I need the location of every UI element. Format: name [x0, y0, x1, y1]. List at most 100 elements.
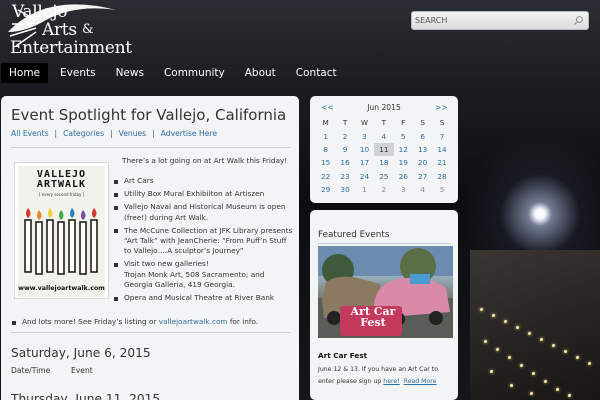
calendar-day[interactable]: 5: [432, 183, 451, 196]
calendar-day[interactable]: 14: [432, 143, 451, 156]
calendar-day[interactable]: 26: [394, 170, 413, 183]
calendar-day[interactable]: 4: [413, 183, 432, 196]
calendar-day-number: 30: [340, 185, 350, 195]
sign-up-link[interactable]: here!: [383, 378, 399, 385]
calendar-day[interactable]: 2: [374, 183, 393, 196]
city-light: [588, 362, 591, 365]
calendar-day[interactable]: 29: [316, 183, 335, 196]
city-light: [540, 338, 543, 341]
weekday-label: T: [381, 118, 387, 128]
list-item: Visit two new galleries! Trojan Monk Art…: [114, 259, 294, 290]
calendar-day-number: 27: [417, 171, 428, 181]
search-icon[interactable]: [573, 15, 584, 26]
calendar-day[interactable]: 2: [335, 129, 354, 142]
search-box: [411, 11, 589, 30]
city-light: [480, 308, 483, 311]
calendar-day-number: 20: [417, 158, 428, 168]
calendar-day-number: 9: [342, 144, 348, 154]
calendar-day[interactable]: 21: [432, 156, 451, 169]
weekday-label: M: [322, 118, 329, 128]
calendar-day[interactable]: 8: [316, 143, 335, 156]
column-header-datetime: Date/Time: [11, 366, 51, 375]
calendar-day[interactable]: 19: [394, 156, 413, 169]
nav-item-events[interactable]: Events: [52, 63, 104, 83]
calendar-day[interactable]: 24: [355, 170, 374, 183]
city-light: [568, 394, 571, 397]
paint-flame: [59, 210, 64, 220]
more-info-tail: for info.: [227, 317, 259, 326]
artwalk-site-link[interactable]: vallejoartwalk.com: [159, 317, 228, 326]
calendar-day-number: 3: [362, 131, 367, 141]
featured-event-description: June 12 & 13. If you have an Art Car to …: [318, 364, 453, 388]
paintbrush: [57, 221, 65, 275]
calendar-day[interactable]: 5: [394, 129, 413, 142]
paint-flame: [70, 208, 75, 218]
calendar-day[interactable]: 18: [374, 156, 393, 169]
city-light: [552, 344, 555, 347]
link-all-events[interactable]: All Events: [11, 129, 49, 138]
calendar-day[interactable]: 16: [335, 156, 354, 169]
calendar-day[interactable]: 12: [394, 143, 413, 156]
city-light: [510, 384, 513, 387]
calendar-day[interactable]: 28: [432, 170, 451, 183]
calendar-day[interactable]: 22: [316, 170, 335, 183]
calendar-day[interactable]: 11: [374, 142, 394, 157]
weekday-label: S: [420, 118, 425, 128]
image-caption-line2: Fest: [360, 316, 386, 329]
calendar-week: 22 23 24 25 26 27 28: [316, 170, 452, 183]
logo-word-entertainment: Entertainment: [10, 38, 132, 58]
calendar-day[interactable]: 4: [374, 129, 393, 142]
calendar-day-number: 4: [420, 185, 425, 195]
calendar-day[interactable]: 1: [355, 183, 374, 196]
artwalk-poster-image[interactable]: VALLEJO ARTWALK [ every second friday ] …: [14, 162, 109, 299]
nav-item-community[interactable]: Community: [156, 63, 233, 83]
nav-item-news[interactable]: News: [108, 63, 152, 83]
nav-item-home[interactable]: Home: [1, 63, 49, 83]
paintbrush: [68, 219, 76, 273]
poster-title-line2: ARTWALK: [36, 179, 87, 190]
featured-event-title[interactable]: Art Car Fest: [318, 351, 367, 360]
city-light: [492, 314, 495, 317]
calendar-day-number: 15: [321, 158, 331, 168]
paintbrush: [46, 219, 54, 273]
calendar-day[interactable]: 23: [335, 170, 354, 183]
calendar-day-number: 21: [437, 158, 447, 168]
column-header-event: Event: [71, 366, 93, 375]
calendar-day[interactable]: 17: [355, 156, 374, 169]
calendar-day[interactable]: 15: [316, 156, 335, 169]
paintbrush: [24, 219, 32, 273]
page-title: Event Spotlight for Vallejo, California: [11, 106, 287, 124]
calendar-day[interactable]: 6: [413, 129, 432, 142]
calendar-day-number: 2: [342, 131, 348, 141]
read-more-link[interactable]: Read More: [404, 378, 437, 385]
nav-item-about[interactable]: About: [237, 63, 284, 83]
calendar-week: 8 9 10 11 12 13 14: [316, 142, 452, 157]
search-input[interactable]: [415, 13, 565, 28]
calendar-day[interactable]: 9: [335, 143, 354, 156]
main-nav: Home Events News Community About Contact: [0, 63, 600, 83]
calendar-day[interactable]: 25: [374, 170, 393, 183]
calendar-day[interactable]: 27: [413, 170, 432, 183]
poster-canvas: VALLEJO ARTWALK [ every second friday ] …: [18, 166, 105, 297]
calendar-next-month[interactable]: >>: [435, 102, 448, 114]
calendar-day[interactable]: 7: [432, 129, 451, 142]
more-info-text: And lots more! See Friday’s listing or: [22, 317, 159, 326]
calendar-day[interactable]: 3: [394, 183, 413, 196]
nav-item-contact[interactable]: Contact: [288, 63, 345, 83]
link-advertise-here[interactable]: Advertise Here: [161, 129, 217, 138]
calendar-day-number: 24: [359, 171, 370, 181]
calendar-day[interactable]: 20: [413, 156, 432, 169]
calendar-day-number: 3: [400, 185, 406, 195]
calendar-prev-month[interactable]: <<: [321, 102, 334, 114]
site-logo[interactable]: Vallejo Arts & Entertainment: [6, 2, 141, 60]
paintbrush: [90, 219, 98, 273]
link-categories[interactable]: Categories: [63, 129, 104, 138]
calendar-day[interactable]: 30: [335, 183, 354, 196]
calendar-day[interactable]: 10: [355, 143, 374, 156]
calendar-day[interactable]: 13: [413, 143, 432, 156]
calendar-day[interactable]: 1: [316, 129, 335, 142]
intro-text: There’s a lot going on at Art Walk this …: [122, 156, 288, 165]
art-car-fest-image[interactable]: Art Car Fest: [318, 246, 453, 338]
calendar-day[interactable]: 3: [355, 129, 374, 142]
link-venues[interactable]: Venues: [119, 129, 147, 138]
